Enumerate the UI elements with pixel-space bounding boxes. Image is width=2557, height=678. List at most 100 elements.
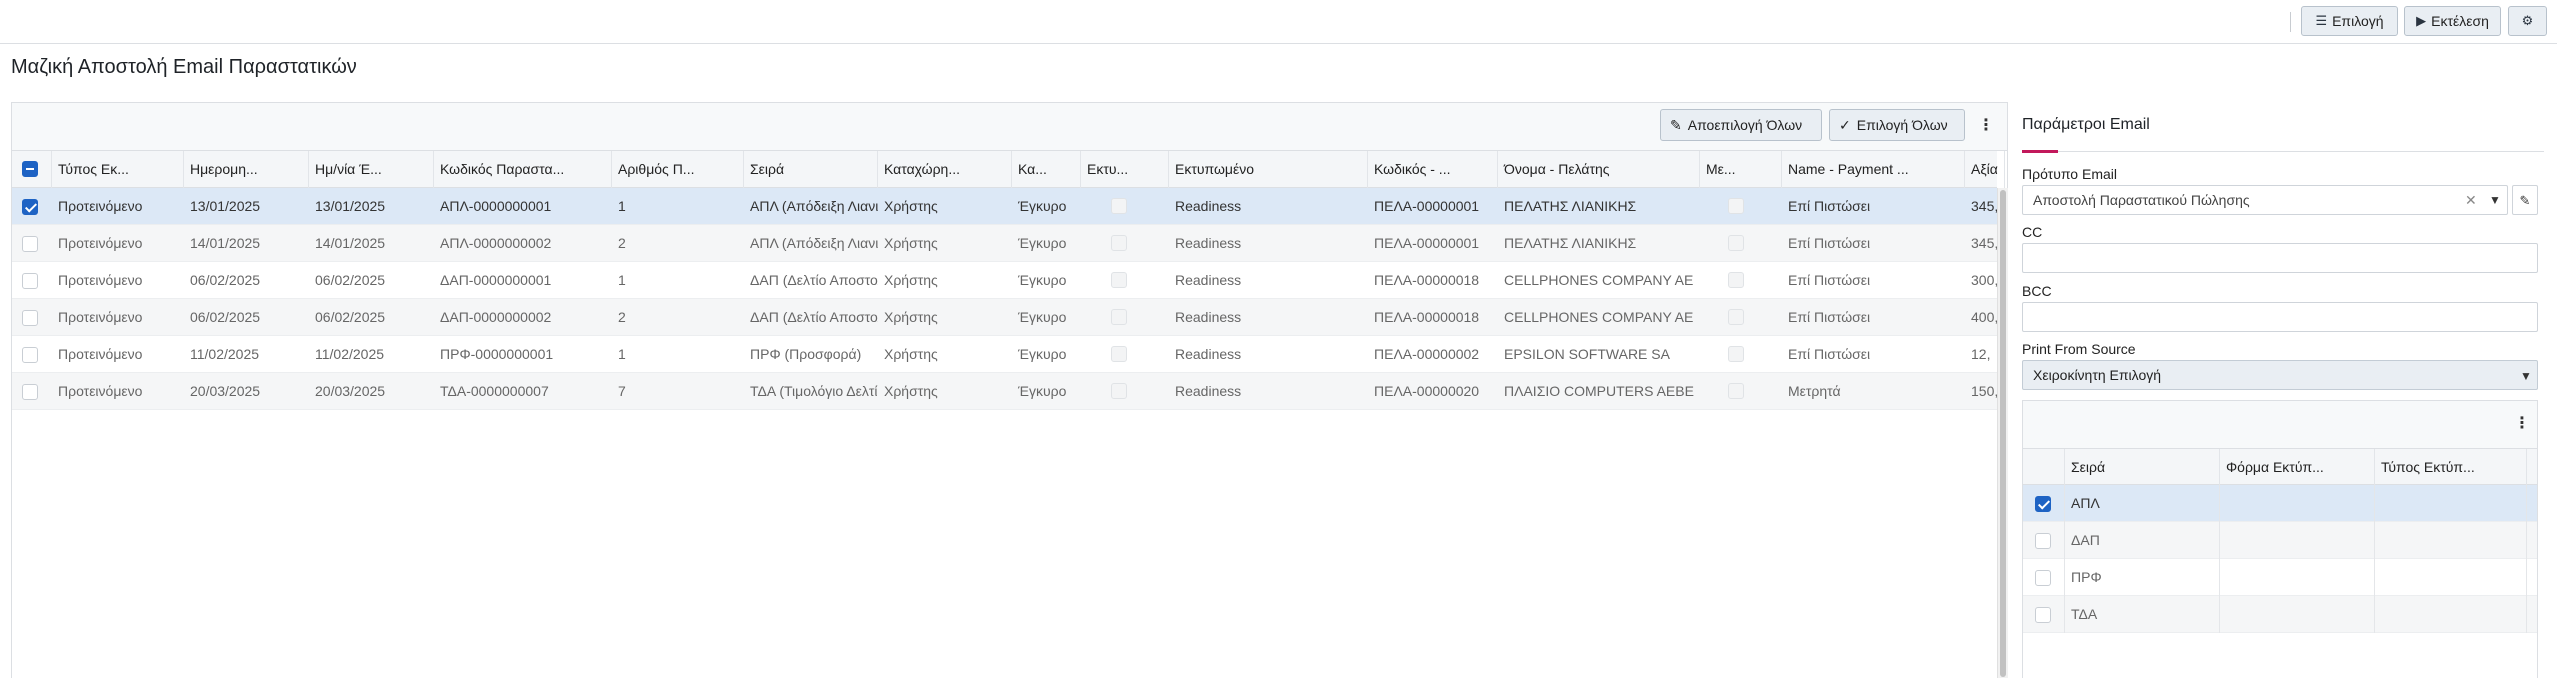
method-checkbox [1728, 309, 1744, 325]
row-checkbox[interactable] [22, 310, 38, 326]
series-cell-series: ΔΑΠ [2065, 522, 2220, 559]
header-doc-code[interactable]: Κωδικός Παραστα... [434, 151, 612, 188]
cc-input[interactable] [2022, 243, 2538, 273]
series-row-checkbox[interactable] [2035, 496, 2051, 512]
table-row[interactable]: Προτεινόμενο 11/02/2025 11/02/2025 ΠΡΦ-0000… [12, 336, 1997, 373]
chevron-down-icon[interactable]: ▼ [2489, 194, 2501, 206]
print-source-select[interactable]: Χειροκίνητη Επιλογή [2022, 360, 2538, 390]
chevron-down-icon[interactable]: ▼ [2520, 370, 2532, 382]
grid-vertical-scrollbar[interactable] [1997, 188, 2008, 678]
series-row[interactable]: ΤΔΑ [2023, 596, 2537, 633]
cell-doc-number: 1 [618, 346, 626, 362]
cell-issue-date: 14/01/2025 [315, 235, 386, 251]
execute-button[interactable]: ▶ Εκτέλεση [2404, 6, 2501, 36]
select-button[interactable]: ☰ Επιλογή [2301, 6, 2398, 36]
table-row[interactable]: Προτεινόμενο 20/03/2025 20/03/2025 ΤΔΑ-0000… [12, 373, 1998, 410]
series-row-checkbox[interactable] [2035, 607, 2051, 623]
series-header-series[interactable]: Σειρά [2065, 449, 2220, 485]
row-checkbox[interactable] [22, 384, 38, 400]
edit-template-button[interactable]: ✎ [2512, 185, 2538, 215]
print-flag-checkbox [1111, 272, 1127, 288]
series-header-type[interactable]: Τύπος Εκτύπ... [2375, 449, 2527, 485]
header-select-cell [12, 151, 52, 188]
header-doc-number[interactable]: Αριθμός Π... [612, 151, 744, 188]
select-all-checkbox[interactable] [22, 161, 38, 177]
cell-date: 14/01/2025 [190, 235, 261, 251]
eraser-icon: ✎ [1670, 116, 1682, 133]
series-header-form[interactable]: Φόρμα Εκτύπ... [2220, 449, 2375, 485]
clear-icon[interactable]: ✕ [2465, 193, 2477, 207]
cell-status: Έγκυρο [1018, 309, 1067, 325]
cell-method [1700, 188, 1782, 225]
cell-customer-name: ΠΕΛΑΤΗΣ ΛΙΑΝΙΚΗΣ [1504, 235, 1637, 251]
deselect-all-button[interactable]: ✎ Αποεπιλογή Όλων [1660, 109, 1822, 141]
cell-printed: Readiness [1175, 383, 1242, 399]
series-row[interactable]: ΑΠΛ [2023, 485, 2537, 522]
bcc-input[interactable] [2022, 302, 2538, 332]
cell-printed: Readiness [1175, 235, 1242, 251]
row-checkbox[interactable] [22, 199, 38, 215]
header-payment-name[interactable]: Name - Payment ... [1782, 151, 1965, 188]
template-label: Πρότυπο Email [2022, 166, 2117, 182]
table-row[interactable]: Προτεινόμενο 06/02/2025 06/02/2025 ΔΑΠ-0000… [12, 262, 1998, 299]
header-method[interactable]: Με... [1700, 151, 1782, 188]
cell-entry: Χρήστης [884, 198, 938, 214]
header-status[interactable]: Κα... [1012, 151, 1081, 188]
header-print-flag[interactable]: Εκτυ... [1081, 151, 1169, 188]
header-series[interactable]: Σειρά [744, 151, 878, 188]
cell-type: Προτεινόμενο [58, 272, 143, 288]
series-select-cell [2023, 559, 2065, 596]
series-row-checkbox[interactable] [2035, 570, 2051, 586]
cell-issue-date: 06/02/2025 [315, 309, 386, 325]
series-row-checkbox[interactable] [2035, 533, 2051, 549]
row-checkbox[interactable] [22, 347, 38, 363]
series-more-options-icon[interactable]: ⋮ [2514, 416, 2530, 432]
table-row[interactable]: Προτεινόμενο 14/01/2025 14/01/2025 ΑΠΛ-0000… [12, 225, 1998, 262]
header-entry[interactable]: Καταχώρη... [878, 151, 1012, 188]
series-cell-form [2220, 485, 2375, 522]
tab-underline-accent [2022, 150, 2058, 153]
row-checkbox[interactable] [22, 236, 38, 252]
cell-payment-name: Επί Πιστώσει [1788, 309, 1871, 325]
series-cell-form [2220, 596, 2375, 633]
header-printed[interactable]: Εκτυπωμένο [1169, 151, 1368, 188]
grid-more-options-icon[interactable]: ⋮ [1978, 118, 1994, 134]
play-icon: ▶ [2416, 13, 2427, 28]
cell-doc-code: ΑΠΛ-0000000001 [440, 198, 552, 214]
gear-icon: ⚙ [2521, 13, 2534, 28]
series-row[interactable]: ΔΑΠ [2023, 522, 2537, 559]
select-all-button[interactable]: ✓ Επιλογή Όλων [1829, 109, 1965, 141]
cell-entry: Χρήστης [884, 383, 938, 399]
row-checkbox[interactable] [22, 273, 38, 289]
tab-underline-base [2022, 151, 2544, 152]
cell-customer-name: CELLPHONES COMPANY AE [1504, 272, 1694, 288]
header-issue-date[interactable]: Ημ/νία Έ... [309, 151, 434, 188]
header-customer-code[interactable]: Κωδικός - ... [1368, 151, 1498, 188]
table-row[interactable]: Προτεινόμενο 13/01/2025 13/01/2025 ΑΠΛ-0000… [12, 188, 1998, 225]
cell-printed: Readiness [1175, 198, 1242, 214]
cell-date: 13/01/2025 [190, 198, 261, 214]
table-row[interactable]: Προτεινόμενο 06/02/2025 06/02/2025 ΔΑΠ-0000… [12, 299, 1998, 336]
header-customer-name[interactable]: Όνομα - Πελάτης [1498, 151, 1700, 188]
cell-type: Προτεινόμενο [58, 309, 143, 325]
series-grid-toolbar: ⋮ [2023, 401, 2537, 449]
cell-method [1700, 299, 1782, 336]
settings-button[interactable]: ⚙ [2508, 6, 2547, 36]
series-row[interactable]: ΠΡΦ [2023, 559, 2537, 596]
cell-series: ΔΑΠ (Δελτίο Αποστολής) [750, 309, 878, 325]
cell-method [1700, 225, 1782, 262]
print-source-value: Χειροκίνητη Επιλογή [2033, 367, 2162, 383]
cell-customer-code: ΠΕΛΑ-00000001 [1374, 198, 1480, 214]
template-select[interactable]: Αποστολή Παραστατικού Πώλησης [2022, 185, 2508, 215]
cell-method [1700, 336, 1782, 373]
header-amount[interactable]: Αξία [1965, 151, 2005, 188]
method-checkbox [1728, 235, 1744, 251]
header-date[interactable]: Ημερομη... [184, 151, 309, 188]
scrollbar-thumb[interactable] [2000, 190, 2006, 677]
print-flag-checkbox [1111, 235, 1127, 251]
series-cell-series: ΤΔΑ [2065, 596, 2220, 633]
grid-header-row: Τύπος Εκ... Ημερομη... Ημ/νία Έ... Κωδικός … [12, 151, 2005, 188]
documents-grid: ✎ Αποεπιλογή Όλων ✓ Επιλογή Όλων ⋮ Τύπος… [11, 102, 2008, 678]
header-type[interactable]: Τύπος Εκ... [52, 151, 184, 188]
cell-type: Προτεινόμενο [58, 383, 143, 399]
